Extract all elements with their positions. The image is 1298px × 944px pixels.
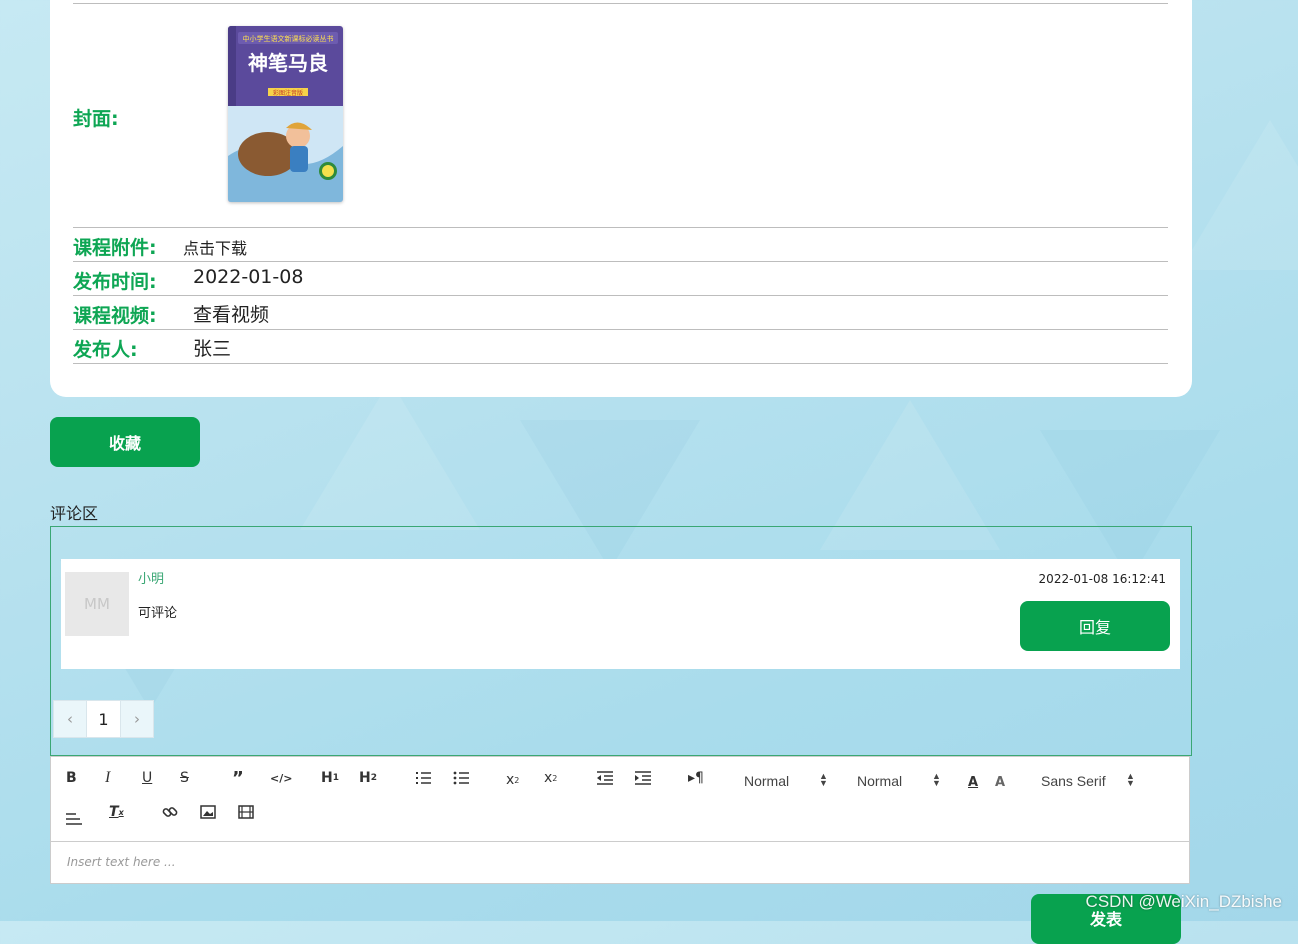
chevron-updown-icon: ▲ ▼ <box>1126 771 1135 788</box>
image-icon[interactable] <box>200 801 216 823</box>
download-link[interactable]: 点击下载 <box>183 235 247 259</box>
publisher-label: 发布人: <box>73 339 138 361</box>
publish-time-label: 发布时间: <box>73 271 157 293</box>
comment-section: MM 小明 可评论 2022-01-08 16:12:41 回复 ‹ 1 › <box>50 526 1192 756</box>
course-detail-card: 封面: 中小学生语文新课标必读丛书 神笔马良 彩图注音版 课程附件: 点击下载 … <box>50 0 1192 397</box>
underline-icon[interactable]: U <box>142 767 152 789</box>
editor-input[interactable]: Insert text here ... <box>67 855 176 869</box>
cover-series: 中小学生语文新课标必读丛书 <box>243 34 334 43</box>
cover-edition-badge: 彩图注音版 <box>273 89 303 97</box>
cover-title: 神笔马良 <box>248 51 328 75</box>
bold-icon[interactable]: B <box>66 767 77 789</box>
view-video-link[interactable]: 查看视频 <box>193 300 269 327</box>
divider <box>73 3 1168 4</box>
bullet-list-icon[interactable] <box>453 767 469 789</box>
divider <box>73 329 1168 330</box>
reply-button[interactable]: 回复 <box>1020 601 1170 651</box>
clear-format-icon[interactable]: Tx <box>109 801 124 823</box>
link-icon[interactable] <box>162 801 178 823</box>
text-direction-icon[interactable]: ▸¶ <box>688 767 704 789</box>
editor-toolbar: B I U S ” </> H1 H2 x2 x2 ▸¶ Normal ▲ ▼ N… <box>51 757 1189 842</box>
code-block-icon[interactable]: </> <box>270 767 292 789</box>
header1-icon[interactable]: H1 <box>321 767 339 789</box>
comment-item: MM 小明 可评论 2022-01-08 16:12:41 回复 <box>61 559 1180 669</box>
rich-text-editor: B I U S ” </> H1 H2 x2 x2 ▸¶ Normal ▲ ▼ N… <box>50 756 1190 884</box>
italic-icon[interactable]: I <box>105 767 110 789</box>
chevron-updown-icon: ▲ ▼ <box>819 771 828 788</box>
subscript-icon[interactable]: x2 <box>506 769 519 791</box>
comment-text: 可评论 <box>138 606 178 621</box>
watermark: CSDN @WeiXin_DZbishe <box>1085 892 1282 911</box>
background-shape <box>300 380 480 530</box>
background-color-icon[interactable]: A <box>995 771 1005 793</box>
divider <box>73 363 1168 364</box>
font-select[interactable]: Sans Serif ▲ ▼ <box>1041 772 1135 790</box>
video-icon[interactable] <box>238 801 254 823</box>
page-number-current[interactable]: 1 <box>86 701 121 737</box>
next-page-button[interactable]: › <box>121 701 153 737</box>
blockquote-icon[interactable]: ” <box>232 767 244 789</box>
comment-author: 小明 <box>138 572 165 587</box>
comments-title: 评论区 <box>50 504 99 523</box>
avatar: MM <box>65 572 129 636</box>
align-icon[interactable] <box>66 807 82 829</box>
attachment-label: 课程附件: <box>73 237 157 259</box>
background-shape <box>1180 120 1298 270</box>
comment-time: 2022-01-08 16:12:41 <box>1038 572 1166 586</box>
strike-icon[interactable]: S <box>180 767 189 789</box>
ordered-list-icon[interactable] <box>415 767 431 789</box>
publisher-value: 张三 <box>193 338 232 360</box>
indent-icon[interactable] <box>635 767 651 789</box>
publish-time-value: 2022-01-08 <box>193 266 304 288</box>
divider <box>73 261 1168 262</box>
divider <box>73 295 1168 296</box>
cover-image: 中小学生语文新课标必读丛书 神笔马良 彩图注音版 <box>228 26 343 202</box>
header-select[interactable]: Normal ▲ ▼ <box>744 772 828 790</box>
superscript-icon[interactable]: x2 <box>544 767 557 789</box>
cover-label: 封面: <box>73 108 119 130</box>
pagination: ‹ 1 › <box>53 700 154 738</box>
divider <box>73 227 1168 228</box>
video-label: 课程视频: <box>73 305 157 327</box>
outdent-icon[interactable] <box>597 767 613 789</box>
size-select[interactable]: Normal ▲ ▼ <box>857 772 941 790</box>
favorite-button[interactable]: 收藏 <box>50 417 200 467</box>
prev-page-button[interactable]: ‹ <box>54 701 86 737</box>
text-color-icon[interactable]: A <box>968 771 978 793</box>
header2-icon[interactable]: H2 <box>359 767 377 789</box>
chevron-updown-icon: ▲ ▼ <box>932 771 941 788</box>
